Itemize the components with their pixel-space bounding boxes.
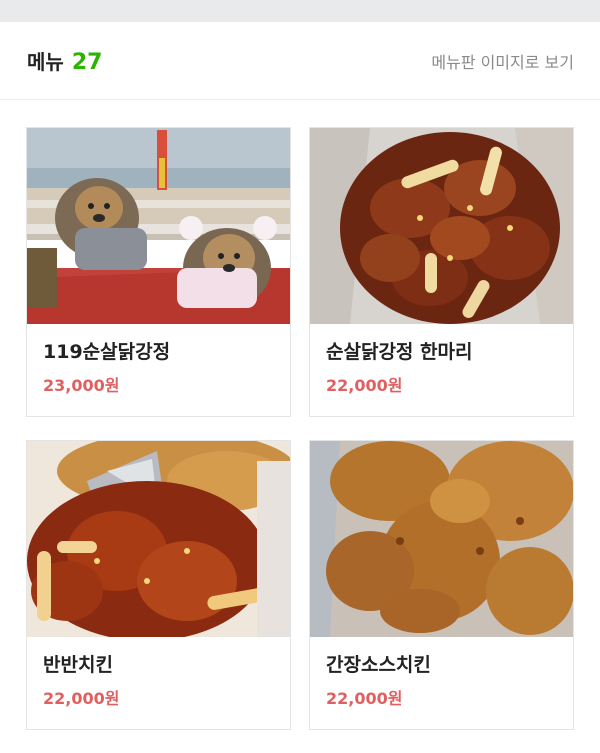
menu-item-price: 22,000원 bbox=[43, 689, 120, 708]
menu-item-card[interactable]: 순살닭강정 한마리 22,000원 bbox=[309, 127, 574, 417]
menu-count: 27 bbox=[71, 50, 103, 75]
menu-item-price: 22,000원 bbox=[326, 376, 403, 395]
top-strip bbox=[0, 0, 600, 22]
menu-item-card[interactable]: 119순살닭강정 23,000원 bbox=[26, 127, 291, 417]
menu-item-name: 119순살닭강정 bbox=[43, 341, 171, 363]
menu-item-price: 23,000원 bbox=[43, 376, 120, 395]
menu-title: 메뉴 27 bbox=[27, 46, 102, 75]
menu-item-card[interactable]: 간장소스치킨 22,000원 bbox=[309, 440, 574, 730]
menu-item-photo bbox=[310, 441, 573, 637]
menu-item-name: 순살닭강정 한마리 bbox=[326, 341, 473, 363]
menu-item-info: 순살닭강정 한마리 22,000원 bbox=[310, 324, 573, 396]
view-menu-image-link[interactable]: 메뉴판 이미지로 보기 bbox=[431, 49, 574, 73]
menu-item-photo bbox=[310, 128, 573, 324]
menu-item-name: 간장소스치킨 bbox=[326, 654, 431, 676]
menu-label: 메뉴 bbox=[27, 50, 64, 74]
menu-page: 메뉴 27 메뉴판 이미지로 보기 119순살닭강정 23,000원 순살닭강정… bbox=[0, 22, 600, 753]
menu-header: 메뉴 27 메뉴판 이미지로 보기 bbox=[0, 22, 600, 100]
menu-item-card[interactable]: 반반치킨 22,000원 bbox=[26, 440, 291, 730]
menu-item-photo bbox=[27, 128, 290, 324]
menu-item-info: 간장소스치킨 22,000원 bbox=[310, 637, 573, 709]
menu-item-price: 22,000원 bbox=[326, 689, 403, 708]
menu-item-info: 반반치킨 22,000원 bbox=[27, 637, 290, 709]
menu-item-info: 119순살닭강정 23,000원 bbox=[27, 324, 290, 396]
menu-item-name: 반반치킨 bbox=[43, 654, 113, 676]
menu-item-photo bbox=[27, 441, 290, 637]
